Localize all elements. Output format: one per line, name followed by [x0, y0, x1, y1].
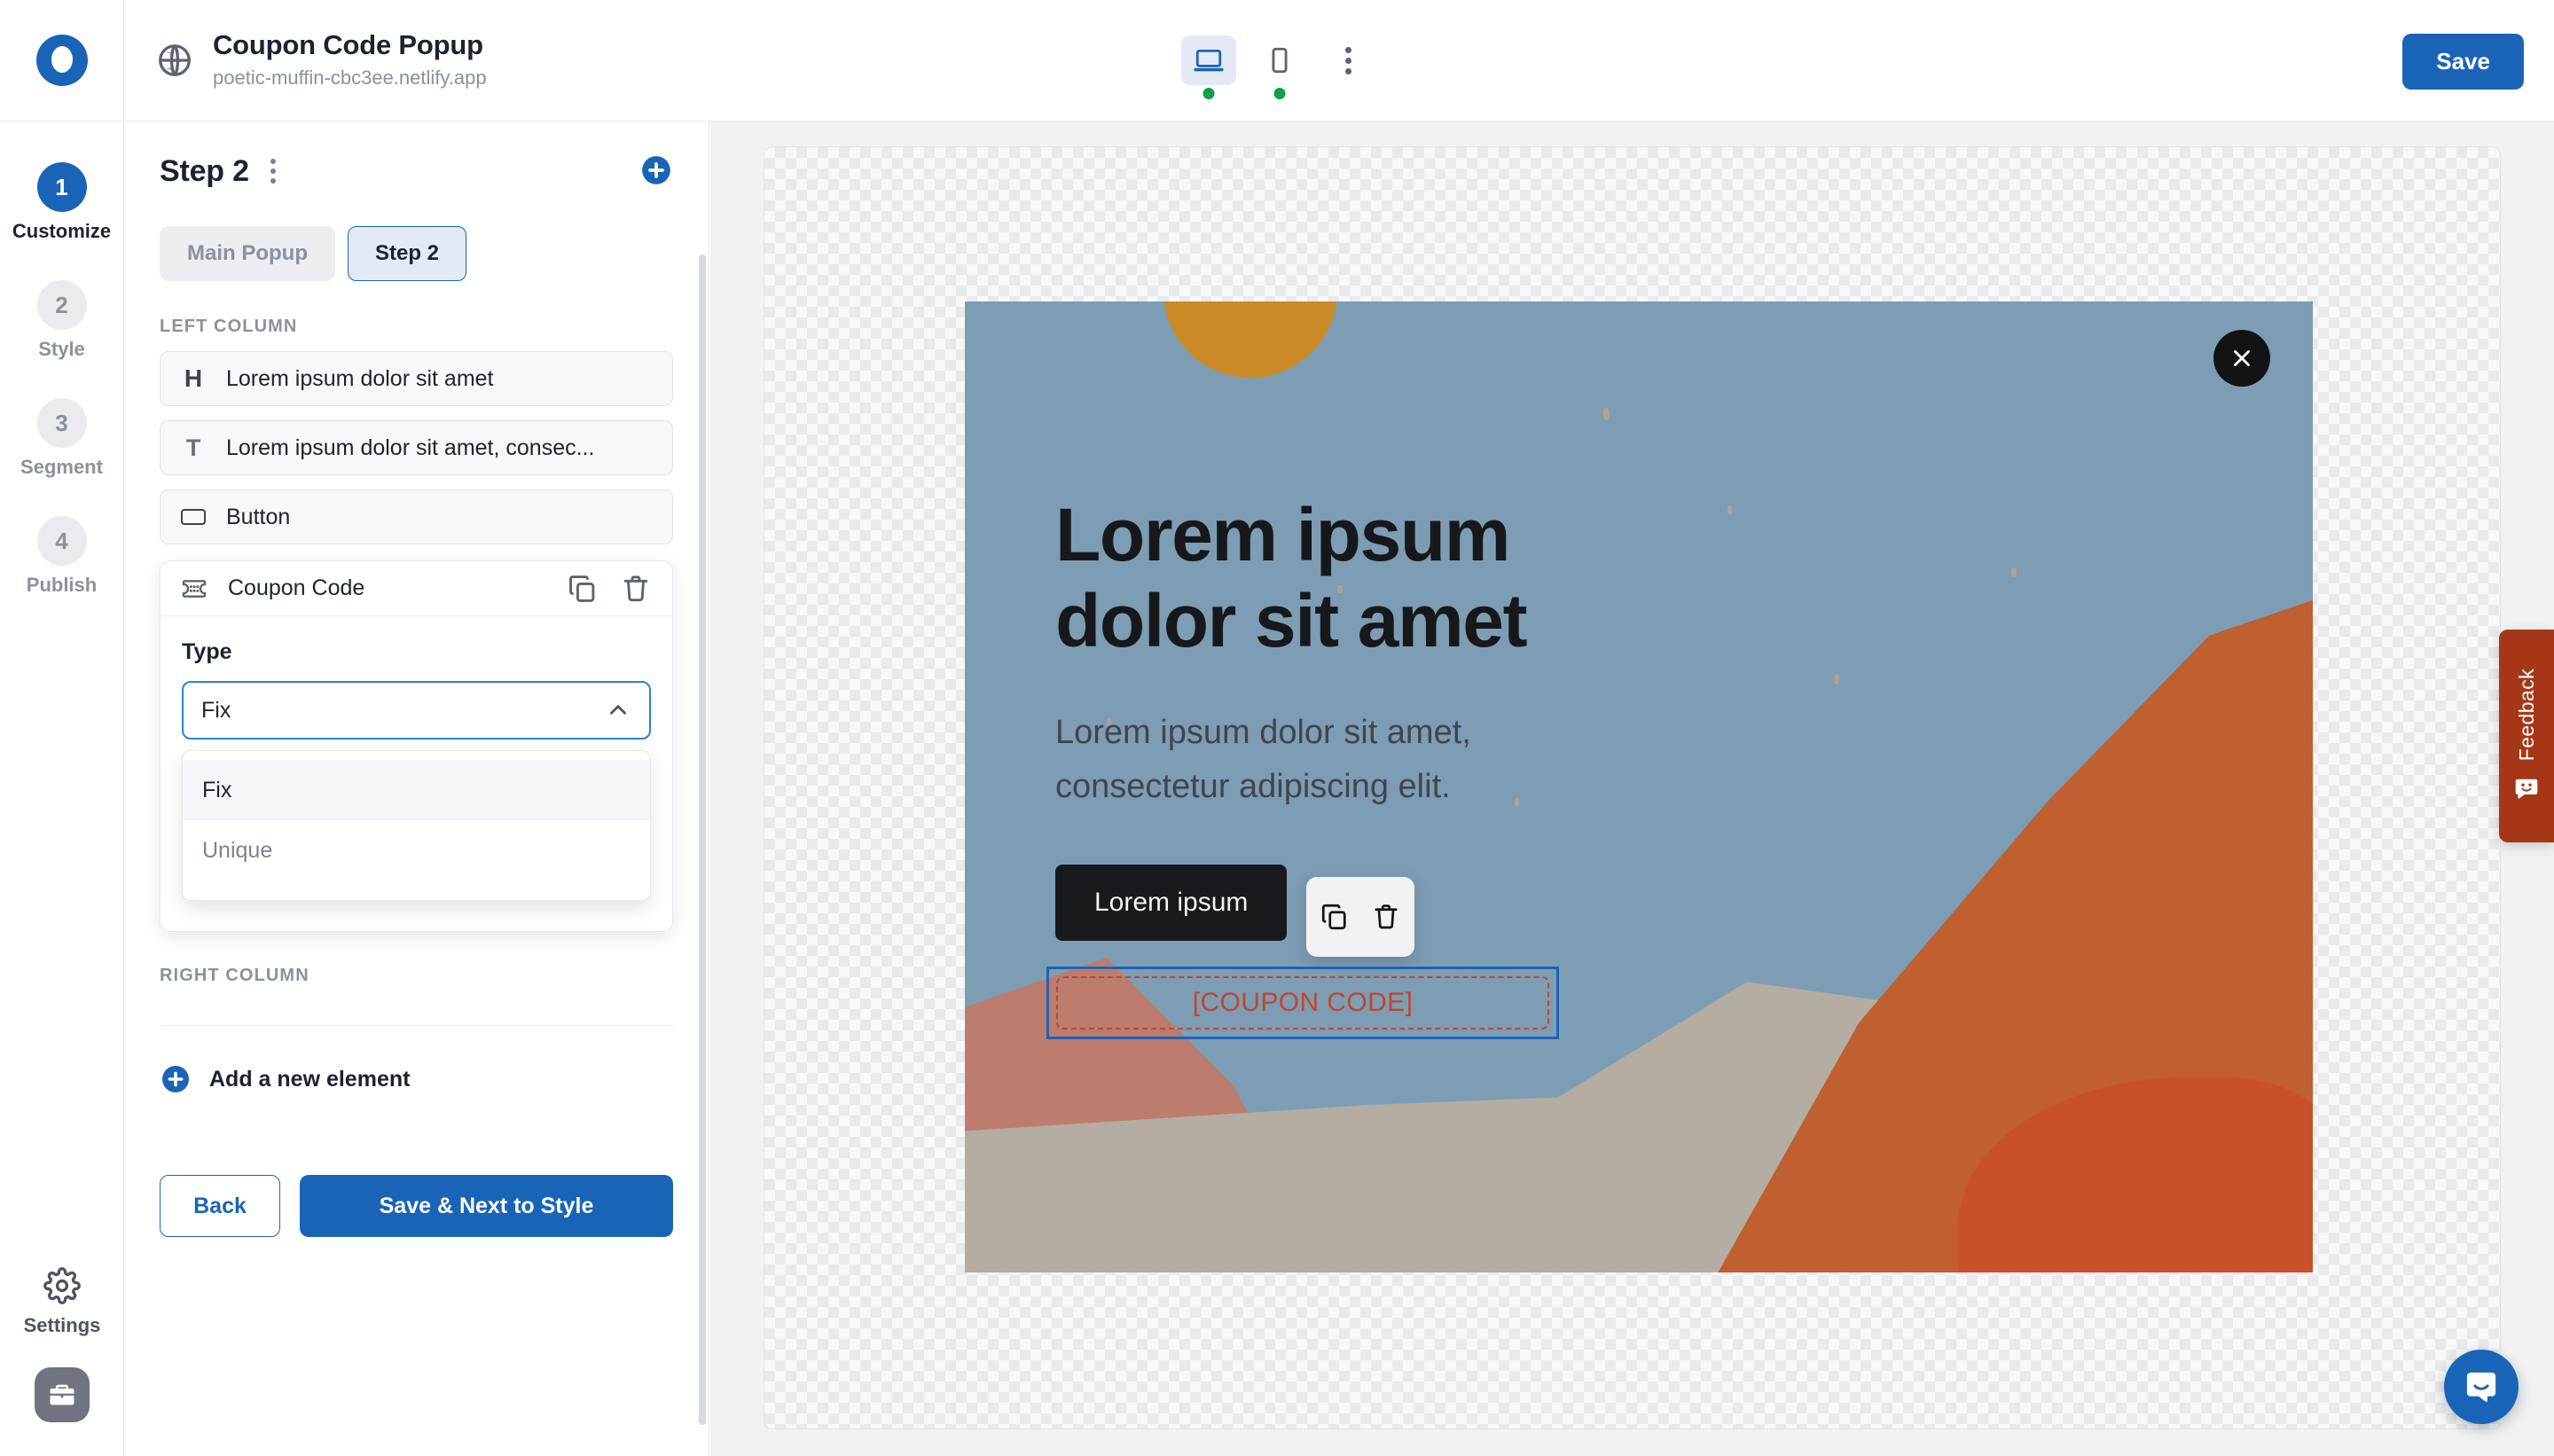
add-step-button[interactable]	[639, 153, 673, 187]
step-label: Publish	[0, 574, 123, 597]
coupon-card-body: Type Fix Fix Unique	[161, 616, 672, 931]
device-preview-toggle	[1181, 35, 1373, 85]
add-new-element-button[interactable]: Add a new element	[160, 1063, 673, 1095]
sidebar-step-customize[interactable]: 1 Customize	[0, 162, 123, 243]
popup-step-tabs: Main Popup Step 2	[160, 226, 673, 281]
app-logo[interactable]	[0, 0, 124, 121]
page-title: Coupon Code Popup	[213, 28, 487, 61]
panel-step-title: Step 2	[160, 154, 249, 189]
sidebar-step-segment[interactable]: 3 Segment	[0, 398, 123, 479]
desktop-status-dot	[1203, 88, 1215, 99]
add-new-element-label: Add a new element	[209, 1067, 410, 1092]
panel-step-header: Step 2	[160, 153, 673, 189]
button-icon	[180, 509, 207, 525]
sun-shape	[1163, 301, 1337, 378]
popup-content: Lorem ipsum dolor sit amet Lorem ipsum d…	[1055, 492, 2260, 941]
coupon-type-select[interactable]: Fix	[182, 681, 651, 740]
panel-footer: Back Save & Next to Style	[160, 1175, 673, 1237]
coupon-card-header[interactable]: Coupon Code	[161, 561, 672, 616]
tab-step-2[interactable]: Step 2	[348, 226, 466, 281]
mobile-preview-button[interactable]	[1252, 35, 1307, 85]
step-label: Style	[0, 338, 123, 361]
messenger-icon	[2462, 1367, 2501, 1406]
back-button[interactable]: Back	[160, 1175, 280, 1237]
coupon-type-value: Fix	[201, 698, 605, 724]
workspace-button[interactable]	[35, 1367, 90, 1422]
step-number: 3	[37, 398, 87, 448]
briefcase-icon	[47, 1380, 77, 1410]
kebab-menu-icon[interactable]	[1323, 35, 1373, 85]
step-label: Segment	[0, 456, 123, 479]
step-rail: 1 Customize 2 Style 3 Segment 4 Publish …	[0, 121, 124, 1456]
step-label: Customize	[0, 220, 123, 243]
dropdown-option-unique[interactable]: Unique	[183, 820, 650, 881]
trash-icon[interactable]	[619, 572, 653, 606]
step-number: 1	[37, 162, 87, 212]
sidebar-step-style[interactable]: 2 Style	[0, 280, 123, 361]
right-column-label: RIGHT COLUMN	[160, 966, 673, 986]
trash-icon[interactable]	[1370, 901, 1402, 933]
dropdown-option-fix[interactable]: Fix	[183, 760, 650, 820]
feedback-tab[interactable]: Feedback	[2499, 630, 2554, 842]
messenger-launcher-button[interactable]	[2444, 1350, 2519, 1424]
panel-scrollbar[interactable]	[699, 254, 706, 1425]
settings-label: Settings	[0, 1314, 124, 1337]
element-row-text[interactable]: T Lorem ipsum dolor sit amet, consec...	[160, 420, 673, 475]
editor-panel: Step 2 Main Popup Step 2 LEFT COLUMN H L…	[124, 121, 709, 1456]
app-root: Coupon Code Popup poetic-muffin-cbc3ee.n…	[0, 0, 2554, 1456]
coupon-code-dashed-outline: [COUPON CODE]	[1056, 976, 1549, 1029]
gear-icon	[43, 1267, 81, 1304]
copy-icon[interactable]	[566, 572, 599, 606]
element-row-heading[interactable]: H Lorem ipsum dolor sit amet	[160, 351, 673, 406]
coupon-card-title: Coupon Code	[228, 575, 546, 601]
heading-icon: H	[180, 366, 207, 391]
rail-bottom: Settings	[0, 1267, 124, 1422]
panel-divider	[160, 1025, 673, 1026]
step-number: 2	[37, 280, 87, 330]
smiley-chat-icon	[2512, 775, 2541, 803]
element-label: Lorem ipsum dolor sit amet	[226, 366, 494, 392]
save-and-next-button[interactable]: Save & Next to Style	[300, 1175, 673, 1237]
tab-main-popup[interactable]: Main Popup	[160, 226, 335, 281]
element-label: Lorem ipsum dolor sit amet, consec...	[226, 435, 594, 461]
sidebar-step-publish[interactable]: 4 Publish	[0, 516, 123, 597]
element-label: Button	[226, 505, 290, 530]
site-info: Coupon Code Popup poetic-muffin-cbc3ee.n…	[156, 28, 487, 92]
coupon-code-element-selected[interactable]: [COUPON CODE]	[1046, 967, 1559, 1039]
plus-circle-icon	[639, 153, 673, 187]
popup-heading[interactable]: Lorem ipsum dolor sit amet	[1055, 492, 1623, 665]
mobile-status-dot	[1274, 88, 1286, 99]
desktop-preview-button[interactable]	[1181, 35, 1236, 85]
popup-close-button[interactable]	[2213, 330, 2270, 387]
chevron-up-icon	[605, 697, 631, 724]
popup-paragraph[interactable]: Lorem ipsum dolor sit amet, consectetur …	[1055, 706, 1623, 815]
coupon-type-label: Type	[182, 639, 651, 665]
step-options-kebab-icon[interactable]	[265, 153, 281, 189]
copy-icon[interactable]	[1319, 901, 1351, 933]
feedback-label: Feedback	[2515, 669, 2539, 761]
save-button[interactable]: Save	[2402, 34, 2524, 90]
step-number: 4	[37, 516, 87, 566]
popup-preview: Lorem ipsum dolor sit amet Lorem ipsum d…	[965, 301, 2313, 1272]
element-row-button[interactable]: Button	[160, 489, 673, 544]
globe-icon	[156, 42, 193, 79]
site-url: poetic-muffin-cbc3ee.netlify.app	[213, 63, 487, 92]
element-hover-toolbar	[1306, 877, 1414, 957]
close-icon	[2229, 345, 2255, 372]
popup-cta-button[interactable]: Lorem ipsum	[1055, 865, 1287, 941]
coupon-type-dropdown: Fix Unique	[182, 750, 651, 901]
left-column-label: LEFT COLUMN	[160, 317, 673, 337]
text-icon: T	[180, 436, 207, 460]
ticket-icon	[180, 575, 208, 603]
popup-logo-icon	[36, 35, 88, 86]
plus-circle-icon	[160, 1063, 192, 1095]
top-bar: Coupon Code Popup poetic-muffin-cbc3ee.n…	[0, 0, 2554, 121]
sidebar-item-settings[interactable]: Settings	[0, 1267, 124, 1337]
coupon-code-placeholder: [COUPON CODE]	[1193, 988, 1414, 1018]
coupon-code-card: Coupon Code Type	[160, 560, 673, 932]
preview-canvas: Lorem ipsum dolor sit amet Lorem ipsum d…	[710, 121, 2554, 1456]
